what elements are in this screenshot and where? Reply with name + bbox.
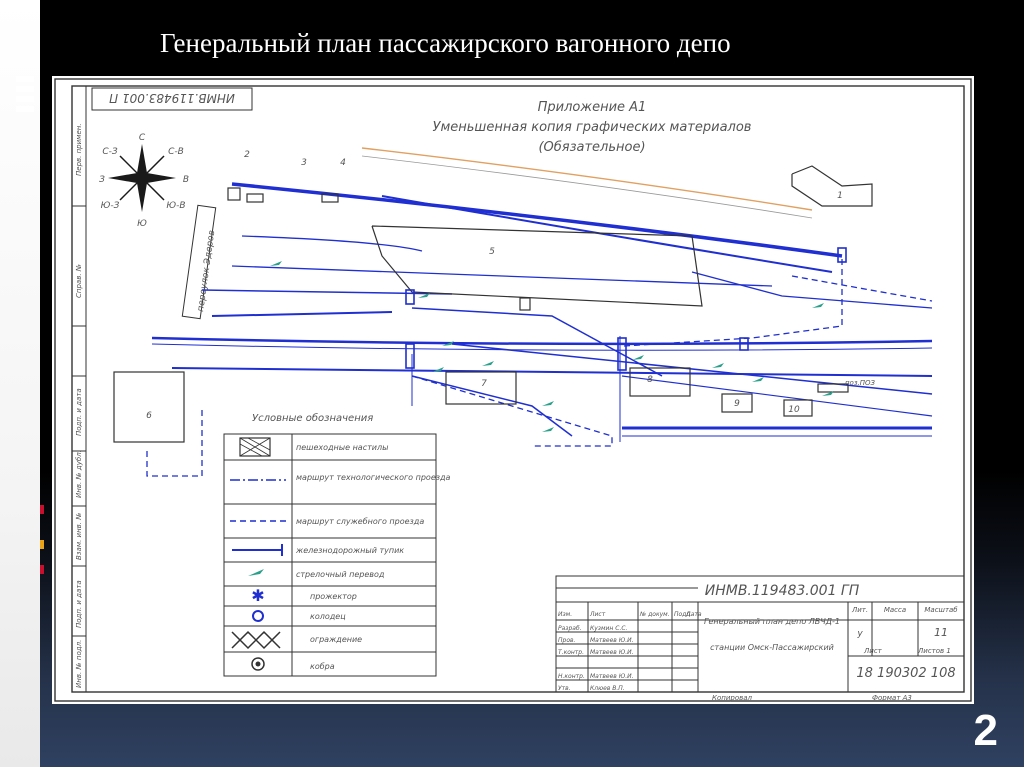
header-line-2: Уменьшенная копия графических материалов bbox=[433, 120, 752, 135]
compass-nw: С-З bbox=[102, 147, 118, 157]
compass-w: З bbox=[99, 175, 105, 185]
inner-frame bbox=[71, 85, 965, 693]
title-block-header: Лит. bbox=[851, 606, 868, 614]
compass-s: Ю bbox=[137, 219, 147, 229]
signature-cell: Н.контр. bbox=[558, 673, 585, 680]
outer-frame bbox=[54, 78, 972, 702]
building-number: 8 bbox=[647, 375, 653, 385]
compass-se: Ю-В bbox=[166, 201, 185, 211]
crossings bbox=[405, 247, 847, 371]
title-block-code: ИНМВ.119483.001 ГП bbox=[705, 583, 860, 599]
slide-number: 2 bbox=[973, 706, 998, 755]
title-block-header: Масса bbox=[884, 606, 906, 614]
signature-cell: Дата bbox=[685, 611, 702, 618]
legend-row-label: пешеходные настилы bbox=[296, 443, 388, 452]
title-block-lit-value: у bbox=[856, 629, 863, 639]
side-stamp-label: Перв. примен. bbox=[75, 123, 83, 176]
rail-tracks bbox=[151, 182, 933, 442]
compass-e: В bbox=[183, 175, 189, 185]
legend-row-label: прожектор bbox=[310, 592, 357, 601]
signature-cell: Т.контр. bbox=[558, 649, 584, 656]
side-stamp-label: Инв. № подл. bbox=[75, 640, 83, 688]
side-stamp-label: Подп. и дата bbox=[75, 580, 83, 628]
title-block-sheet-label: Лист bbox=[863, 647, 883, 655]
building-number: 2 bbox=[244, 150, 250, 160]
legend-row-label: кобра bbox=[310, 662, 335, 671]
legend-title: Условные обозначения bbox=[252, 412, 373, 424]
signature-cell: № докум. bbox=[639, 611, 670, 618]
street-label: переулок Эдеров bbox=[196, 230, 217, 313]
legend-symbols: ✱ bbox=[230, 437, 286, 671]
title-block-format: Формат А3 bbox=[872, 694, 912, 702]
small-label: поз.ПОЗ bbox=[845, 379, 876, 387]
title-block-scale-value: 11 bbox=[934, 626, 948, 639]
signature-cell: Матвеев Ю.И. bbox=[590, 673, 634, 680]
title-block-header: Масштаб bbox=[924, 606, 958, 614]
compass-sw: Ю-З bbox=[101, 201, 120, 211]
building-number: 3 bbox=[301, 158, 307, 168]
header-line-1: Приложение А1 bbox=[538, 100, 647, 115]
service-routes bbox=[146, 256, 933, 477]
side-stamp-label: Справ. № bbox=[75, 264, 83, 298]
title-block-group: 18 190302 108 bbox=[856, 666, 955, 681]
signature-cell: Клюев В.П. bbox=[590, 685, 625, 692]
compass-n: С bbox=[139, 133, 146, 143]
legend-row-label: колодец bbox=[310, 612, 346, 621]
header-line-3: (Обязательное) bbox=[538, 140, 645, 155]
drawing-sheet: Перв. примен. Справ. № Подп. и дата Инв.… bbox=[52, 76, 974, 704]
side-stamp-label: Взам. инв. № bbox=[75, 512, 83, 560]
signature-cell: Изм. bbox=[558, 611, 572, 618]
signature-cell: Утв. bbox=[558, 685, 571, 692]
building-number: 7 bbox=[481, 379, 487, 389]
stamp-code-vertical: ИНМВ.119483.001 П bbox=[109, 91, 235, 105]
signature-cell: Кузмин С.С. bbox=[590, 625, 628, 632]
title-block-description-1: Генеральный план депо ЛВЧД-1 bbox=[704, 617, 840, 626]
svg-text:✱: ✱ bbox=[251, 586, 264, 605]
title-block-description-2: станции Омск-Пассажирский bbox=[710, 643, 834, 652]
legend-row-label: маршрут служебного проезда bbox=[296, 517, 424, 526]
building-number: 9 bbox=[734, 399, 740, 409]
building-number: 5 bbox=[489, 247, 495, 257]
decor-tick bbox=[40, 565, 44, 574]
building-number: 4 bbox=[340, 158, 346, 168]
legend-row-label: стрелочный перевод bbox=[296, 570, 385, 579]
road-line bbox=[361, 147, 813, 211]
building-number: 6 bbox=[146, 411, 152, 421]
signature-cell: Пров. bbox=[558, 637, 576, 644]
decor-tick bbox=[40, 540, 44, 549]
signature-cell: Матвеев Ю.И. bbox=[590, 637, 634, 644]
title-block-sheets-label: Листов 1 bbox=[917, 647, 951, 655]
legend-row-label: железнодорожный тупик bbox=[295, 546, 404, 555]
building-number: 10 bbox=[788, 405, 800, 415]
compass-ne: С-В bbox=[168, 147, 184, 157]
decor-blocks bbox=[16, 76, 34, 116]
title-block-copied: Копировал bbox=[712, 694, 753, 702]
slide-title: Генеральный план пассажирского вагонного… bbox=[160, 28, 731, 58]
legend-row-label: ограждение bbox=[310, 635, 362, 644]
building-number: 1 bbox=[837, 191, 843, 201]
side-stamp-label: Подп. и дата bbox=[75, 388, 83, 436]
legend-row-label: маршрут технологического проезда bbox=[296, 473, 451, 482]
decor-tick bbox=[40, 505, 44, 514]
side-stamp-label: Инв. № дубл. bbox=[75, 450, 83, 498]
signature-cell: Разраб. bbox=[558, 625, 582, 632]
signature-cell: Матвеев Ю.И. bbox=[590, 649, 634, 656]
signature-cell: Лист bbox=[589, 611, 606, 618]
